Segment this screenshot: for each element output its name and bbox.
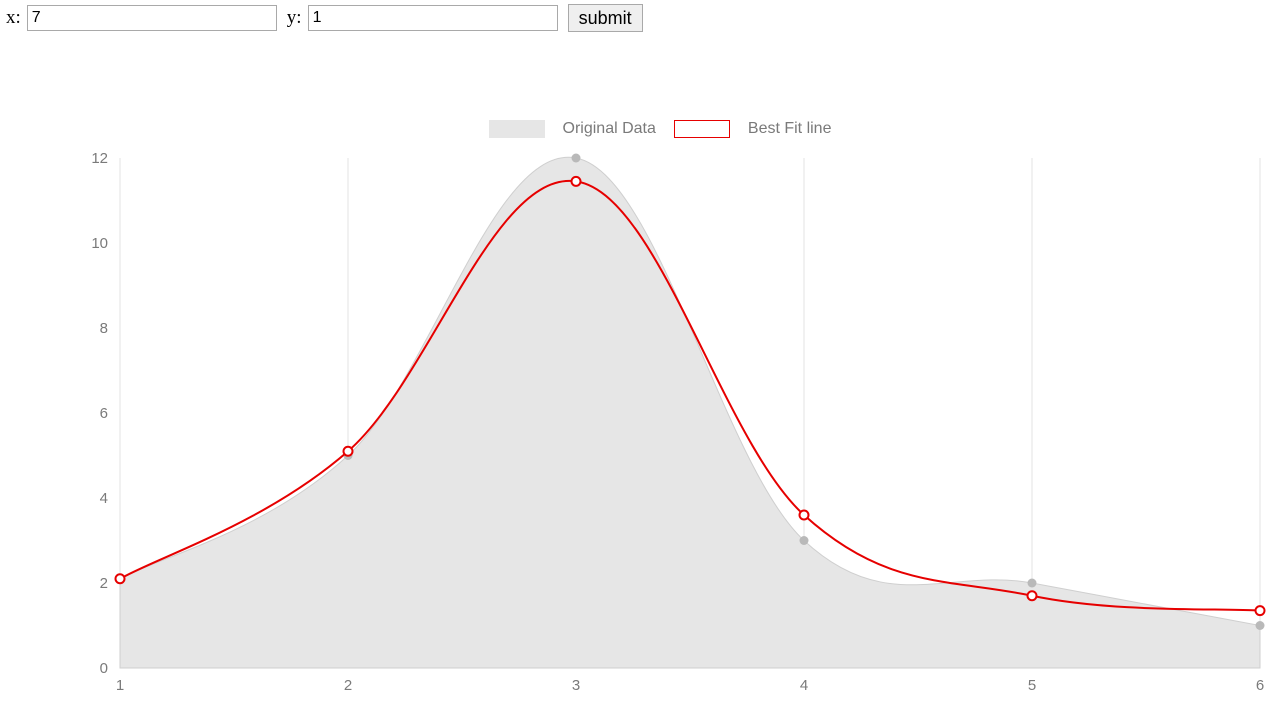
x-tick-label: 5 xyxy=(1028,677,1036,694)
original-data-point xyxy=(1028,579,1037,588)
x-tick-label: 6 xyxy=(1256,677,1264,694)
x-tick-label: 4 xyxy=(800,677,808,694)
y-tick-label: 12 xyxy=(91,150,108,167)
x-tick-label: 3 xyxy=(572,677,580,694)
original-data-area xyxy=(120,157,1260,668)
original-data-point xyxy=(1256,621,1265,630)
best-fit-point xyxy=(572,177,581,186)
y-tick-label: 10 xyxy=(91,235,108,252)
original-data-point xyxy=(800,536,809,545)
chart-canvas[interactable]: 024681012123456 xyxy=(100,148,1270,708)
y-tick-label: 4 xyxy=(100,490,108,507)
legend-swatch-fit xyxy=(674,120,730,138)
legend-label-original: Original Data xyxy=(563,120,656,138)
y-tick-label: 6 xyxy=(100,405,108,422)
y-label: y: xyxy=(287,7,302,29)
y-tick-label: 8 xyxy=(100,320,108,337)
best-fit-point xyxy=(344,447,353,456)
best-fit-point xyxy=(800,511,809,520)
best-fit-point xyxy=(1028,591,1037,600)
chart: Original Data Best Fit line 024681012123… xyxy=(70,120,1250,700)
x-label: x: xyxy=(6,7,21,29)
submit-button[interactable]: submit xyxy=(568,4,643,32)
y-tick-label: 0 xyxy=(100,660,108,677)
x-tick-label: 2 xyxy=(344,677,352,694)
chart-legend: Original Data Best Fit line xyxy=(70,120,1250,138)
legend-label-fit: Best Fit line xyxy=(748,120,832,138)
y-tick-label: 2 xyxy=(100,575,108,592)
x-tick-label: 1 xyxy=(116,677,124,694)
best-fit-point xyxy=(116,574,125,583)
input-form: x: y: submit xyxy=(0,0,1270,36)
legend-swatch-original xyxy=(489,120,545,138)
y-input[interactable] xyxy=(308,5,558,31)
x-input[interactable] xyxy=(27,5,277,31)
original-data-point xyxy=(572,154,581,163)
best-fit-point xyxy=(1256,606,1265,615)
